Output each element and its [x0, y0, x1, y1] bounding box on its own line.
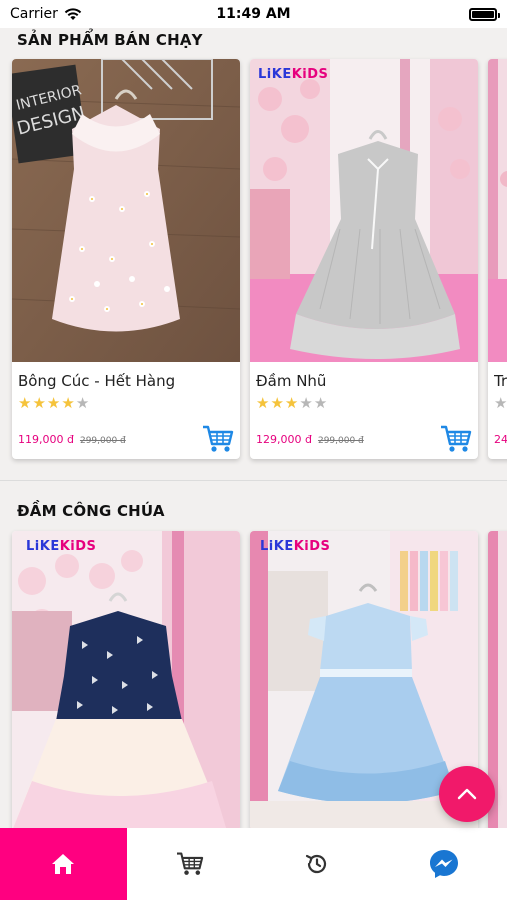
product-info: Tr ★ 24: [488, 362, 507, 459]
old-price: 299,000 đ: [317, 436, 364, 446]
price: 119,000 đ: [18, 433, 74, 446]
section-divider: [0, 480, 507, 481]
star-icon: ★: [61, 394, 75, 412]
brand-logo: LiKEKiDS: [258, 67, 329, 82]
star-icon: ★: [18, 394, 32, 412]
add-to-cart-icon[interactable]: [202, 424, 234, 454]
brand-logo: LiKEKiDS: [26, 539, 97, 554]
product-image[interactable]: LiKEKiDS: [12, 531, 240, 831]
wifi-icon: [64, 8, 82, 20]
old-price: 299,000 đ: [79, 436, 126, 446]
bottom-nav: [0, 828, 507, 900]
product-image[interactable]: LiKEKiDS: [250, 59, 478, 362]
section-title-bestsellers: SẢN PHẨM BÁN CHẠY: [17, 31, 203, 49]
rating-stars: ★ ★ ★ ★ ★: [18, 396, 234, 411]
star-icon: ★: [284, 394, 299, 412]
princess-row[interactable]: LiKEKiDS LiKEKiDS: [12, 531, 507, 831]
product-info: Đầm Nhũ ★ ★ ★ ★ ★ 129,000 đ 299,000 đ: [250, 362, 478, 459]
product-name[interactable]: Đầm Nhũ: [256, 372, 472, 390]
product-name[interactable]: Tr: [494, 372, 507, 390]
nav-cart[interactable]: [127, 828, 254, 900]
product-card[interactable]: INTERIOR DESIGN Bông Cúc - Hết Hàng ★ ★ …: [12, 59, 240, 459]
app-screen: Carrier 11:49 AM SẢN PHẨM BÁN CHẠY INTER…: [0, 0, 507, 900]
star-icon: ★: [494, 394, 507, 412]
price-row: 24: [494, 433, 507, 446]
brand-logo: LiKEKiDS: [260, 539, 331, 554]
price-row: 119,000 đ 299,000 đ: [18, 433, 126, 446]
star-icon: ★: [32, 394, 46, 412]
price: 129,000 đ: [256, 433, 312, 446]
star-icon: ★: [299, 394, 313, 412]
price-row: 129,000 đ 299,000 đ: [256, 433, 364, 446]
status-left: Carrier: [10, 6, 82, 22]
product-name[interactable]: Bông Cúc - Hết Hàng: [18, 372, 234, 390]
add-to-cart-icon[interactable]: [440, 424, 472, 454]
cart-icon: [177, 852, 204, 875]
product-image[interactable]: [488, 59, 507, 362]
star-icon: ★: [270, 394, 284, 412]
home-icon: [52, 854, 75, 874]
rating-stars: ★ ★ ★ ★ ★: [256, 396, 472, 411]
product-card[interactable]: Tr ★ 24: [488, 59, 507, 459]
bestsellers-row[interactable]: INTERIOR DESIGN Bông Cúc - Hết Hàng ★ ★ …: [12, 59, 507, 459]
star-icon: ★: [46, 394, 61, 412]
scroll-to-top-button[interactable]: [439, 766, 495, 822]
battery-icon: [469, 7, 500, 21]
star-icon: ★: [75, 394, 90, 412]
carrier-label: Carrier: [10, 6, 58, 22]
product-image[interactable]: INTERIOR DESIGN: [12, 59, 240, 362]
product-card[interactable]: LiKEKiDS: [12, 531, 240, 831]
product-card[interactable]: LiKEKiDS Đầm Nhũ ★ ★ ★ ★ ★ 129,000 đ 299…: [250, 59, 478, 459]
nav-messenger[interactable]: [380, 828, 507, 900]
status-bar: Carrier 11:49 AM: [0, 0, 507, 28]
star-icon: ★: [256, 394, 270, 412]
price: 24: [494, 433, 507, 446]
history-icon: [305, 854, 326, 874]
nav-home[interactable]: [0, 828, 127, 900]
battery-fill: [472, 10, 494, 18]
section-title-princess-dresses: ĐẦM CÔNG CHÚA: [17, 502, 165, 520]
star-icon: ★: [313, 394, 328, 412]
messenger-icon: [429, 850, 458, 878]
chevron-up-icon: [457, 788, 477, 800]
nav-history[interactable]: [254, 828, 381, 900]
product-info: Bông Cúc - Hết Hàng ★ ★ ★ ★ ★ 119,000 đ …: [12, 362, 240, 459]
rating-stars: ★: [494, 396, 507, 411]
